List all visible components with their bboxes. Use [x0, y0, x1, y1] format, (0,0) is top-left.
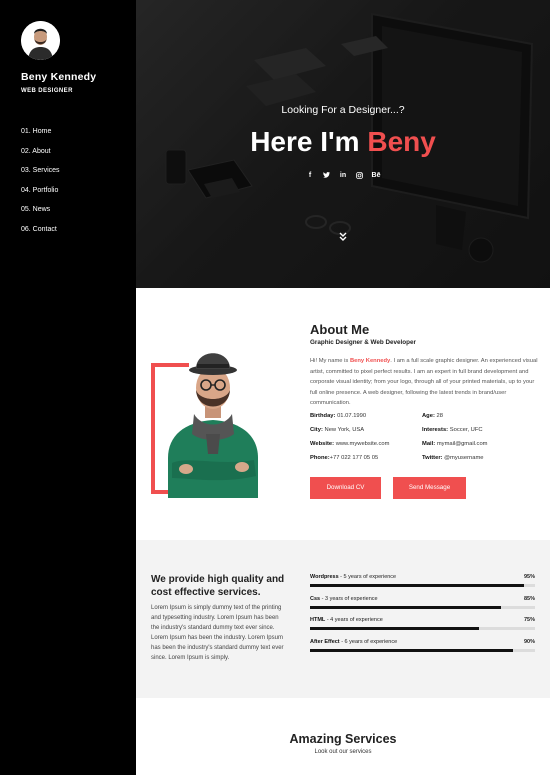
linkedin-icon[interactable]: in	[335, 172, 352, 181]
sidebar: Beny Kennedy WEB DESIGNER 01. Home 02. A…	[0, 0, 136, 775]
services-section: Amazing Services Look out our services	[136, 698, 550, 775]
bio-intro: Hi! My name is	[310, 358, 349, 364]
avatar[interactable]	[21, 21, 60, 60]
about-title: About Me	[310, 322, 370, 337]
send-message-button[interactable]: Send Message	[393, 477, 466, 499]
social-links: f in Bē	[136, 172, 550, 181]
about-subtitle: Graphic Designer & Web Developer	[310, 339, 416, 346]
skills-section: We provide high quality and cost effecti…	[136, 540, 550, 698]
profile-role: WEB DESIGNER	[21, 88, 73, 94]
skill-percent: 95%	[523, 574, 535, 580]
skill-progress-fill	[310, 627, 479, 630]
fact-age: Age: 28	[422, 413, 443, 419]
hero-section: Looking For a Designer...? Here I'm Beny…	[136, 0, 550, 288]
fact-interests: Interests: Soccer, UFC	[422, 427, 483, 433]
nav-item-contact[interactable]: 06. Contact	[21, 225, 60, 245]
hero-title-accent: Beny	[367, 126, 436, 157]
skill-progress-track	[310, 606, 535, 609]
nav-item-services[interactable]: 03. Services	[21, 166, 60, 186]
fact-mail: Mail: mymail@gmail.com	[422, 441, 488, 447]
about-section: About Me Graphic Designer & Web Develope…	[136, 288, 550, 540]
instagram-icon[interactable]	[351, 172, 368, 181]
hero-title: Here I'm Beny	[136, 126, 550, 158]
skills-heading: We provide high quality and cost effecti…	[151, 574, 285, 598]
facebook-icon[interactable]: f	[302, 172, 319, 181]
fact-twitter: Twitter: @myusername	[422, 455, 484, 461]
skill-progress-fill	[310, 606, 502, 609]
skill-percent: 90%	[523, 639, 535, 645]
skill-progress-track	[310, 627, 535, 630]
fact-phone: Phone:+77 022 177 05 05	[310, 455, 379, 461]
scroll-down-icon[interactable]	[335, 232, 351, 246]
hero-tagline: Looking For a Designer...?	[281, 104, 405, 116]
fact-city: City: New York, USA	[310, 427, 365, 433]
nav-item-portfolio[interactable]: 04. Portfolio	[21, 186, 60, 206]
nav-item-news[interactable]: 05. News	[21, 205, 60, 225]
skill-percent: 85%	[523, 596, 535, 602]
skill-progress-fill	[310, 649, 513, 652]
bio-text: . I am a full scale graphic designer. An…	[310, 358, 538, 406]
profile-photo	[168, 353, 258, 498]
profile-name: Beny Kennedy	[21, 71, 97, 83]
nav-item-home[interactable]: 01. Home	[21, 127, 60, 147]
skill-progress-track	[310, 584, 535, 587]
twitter-icon[interactable]	[318, 172, 335, 181]
hero-title-prefix: Here I'm	[250, 126, 360, 157]
main-nav: 01. Home 02. About 03. Services 04. Port…	[21, 127, 60, 245]
fact-birthday: Birthday: 01.07.1990	[310, 413, 367, 419]
fact-website: Website: www.mywebsite.com	[310, 441, 390, 447]
skill-progress-fill	[310, 584, 524, 587]
skill-percent: 75%	[523, 617, 535, 623]
behance-icon[interactable]: Bē	[368, 172, 385, 181]
bio-name: Beny Kennedy	[349, 358, 391, 364]
skill-label: HTML - 4 years of experience	[310, 617, 383, 623]
services-title: Amazing Services	[289, 732, 397, 746]
services-subtitle: Look out our services	[314, 749, 372, 755]
about-bio: Hi! My name is Beny Kennedy. I am a full…	[310, 356, 538, 409]
skill-label: Css - 3 years of experience	[310, 596, 378, 602]
skills-description: Lorem Ipsum is simply dummy text of the …	[151, 605, 284, 661]
skill-label: Wordpress - 5 years of experience	[310, 574, 397, 580]
nav-item-about[interactable]: 02. About	[21, 147, 60, 167]
skill-label: After Effect - 6 years of experience	[310, 639, 398, 645]
download-cv-button[interactable]: Download CV	[310, 477, 381, 499]
skill-progress-track	[310, 649, 535, 652]
